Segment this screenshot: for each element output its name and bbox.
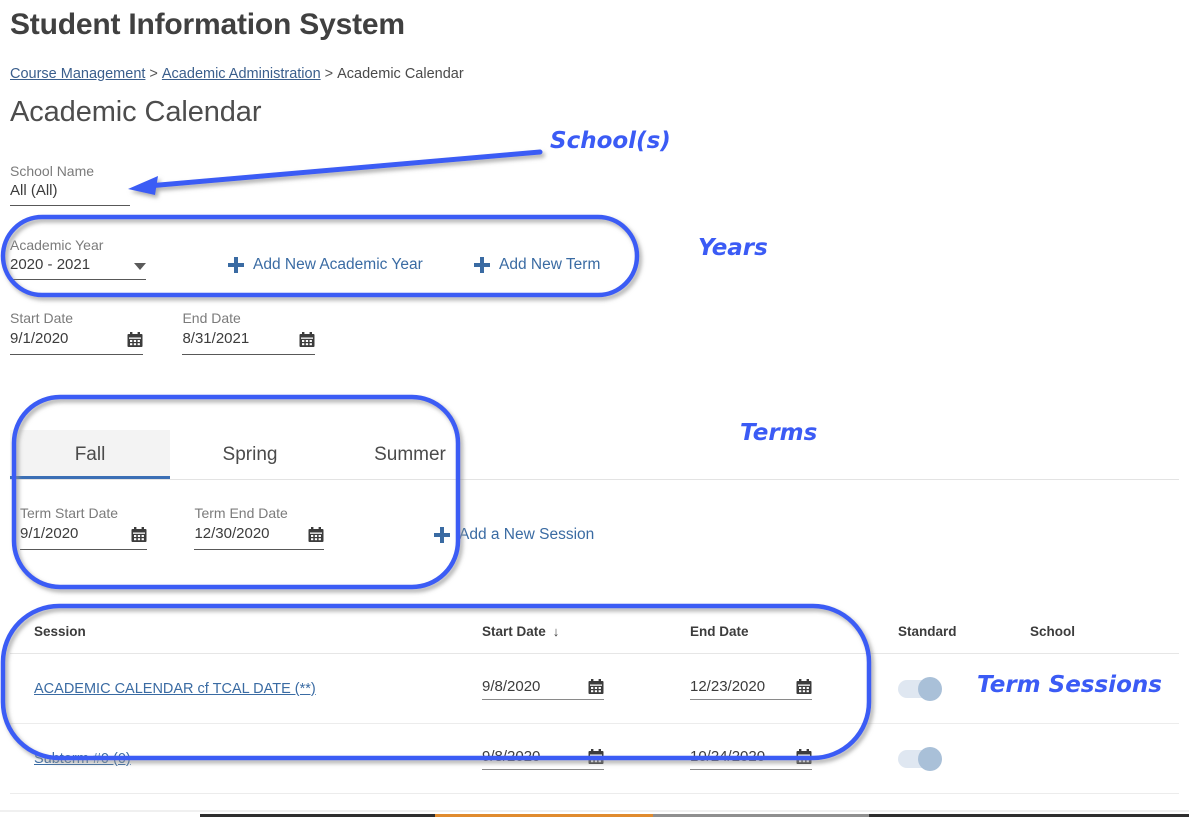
term-tabs: Fall Spring Summer [10,430,1179,480]
tab-spring[interactable]: Spring [170,430,330,479]
plus-icon [228,257,244,273]
chevron-down-icon[interactable] [134,263,146,270]
breadcrumb-separator: > [149,66,158,82]
session-start-date-cell: 9/8/2020 [482,723,690,794]
bottom-cutoff-strip [0,810,1189,817]
year-start-date-label: Start Date [10,310,74,326]
annotation-ellipse-terms [11,394,461,590]
annotation-label-schools: School(s) [550,128,671,154]
session-name-cell: Subterm #0 (0) [10,723,482,794]
session-link[interactable]: Subterm #0 (0) [34,751,131,767]
breadcrumb-item-academic-administration[interactable]: Academic Administration [162,66,321,82]
column-header-session[interactable]: Session [10,612,482,654]
session-end-date-value: 10/24/2020 [690,747,766,765]
academic-year-value[interactable]: 2020 - 2021 [10,254,146,276]
session-end-date-field[interactable]: 10/24/2020 [690,748,812,770]
session-end-date-cell: 12/23/2020 [690,653,898,724]
year-end-date-label: End Date [182,310,241,326]
sort-descending-icon[interactable]: ↓ [553,624,560,639]
column-header-standard[interactable]: Standard [898,612,1030,654]
sessions-table-container: Session Start Date ↓ End Date Standard Sc… [10,612,1179,794]
add-new-session-button[interactable]: Add a New Session [434,526,594,544]
calendar-icon[interactable] [588,749,604,765]
session-start-date-value: 9/8/2020 [482,747,541,765]
session-end-date-field[interactable]: 12/23/2020 [690,678,812,700]
annotation-label-years: Years [698,235,768,261]
academic-year-date-range: Start Date 9/1/2020 End Date 8/31/2021 [10,310,316,355]
calendar-icon[interactable] [131,527,147,543]
calendar-icon[interactable] [299,332,315,348]
term-start-date-label: Term Start Date [20,505,119,521]
session-start-date-field[interactable]: 9/8/2020 [482,748,604,770]
toggle-knob [918,676,942,701]
academic-year-label: Academic Year [10,237,104,253]
session-start-date-field[interactable]: 9/8/2020 [482,678,604,700]
standard-toggle[interactable] [898,746,942,771]
year-end-date-field[interactable]: End Date 8/31/2021 [182,310,316,355]
term-start-date-field[interactable]: Term Start Date 9/1/2020 [20,505,147,550]
table-row: Subterm #0 (0) 9/8/2020 10/24/2020 [10,723,1179,794]
tab-fall[interactable]: Fall [10,430,170,479]
school-name-field[interactable]: School Name All (All) [10,163,130,206]
toggle-knob [918,746,942,771]
plus-icon [434,527,450,543]
calendar-icon[interactable] [308,527,324,543]
school-name-label: School Name [10,163,95,179]
breadcrumb-separator: > [324,66,334,82]
calendar-icon[interactable] [127,332,143,348]
sessions-table: Session Start Date ↓ End Date Standard Sc… [10,612,1179,794]
add-new-academic-year-label: Add New Academic Year [253,256,423,273]
calendar-icon[interactable] [796,749,812,765]
session-end-date-value: 12/23/2020 [690,677,766,695]
session-end-date-cell: 10/24/2020 [690,723,898,794]
tab-summer[interactable]: Summer [330,430,490,479]
page-header-title: Student Information System [10,8,405,41]
column-header-start-date-label: Start Date [482,624,546,639]
term-end-date-field[interactable]: Term End Date 12/30/2020 [194,505,325,550]
annotation-label-terms: Terms [740,420,818,446]
strip-divider [0,810,1189,812]
academic-year-select[interactable]: Academic Year 2020 - 2021 [10,237,146,280]
table-header-row: Session Start Date ↓ End Date Standard Sc… [10,612,1179,654]
column-header-school[interactable]: School [1030,612,1179,654]
session-start-date-value: 9/8/2020 [482,677,541,695]
plus-icon [474,257,490,273]
session-start-date-cell: 9/8/2020 [482,653,690,724]
calendar-icon[interactable] [588,679,604,695]
standard-toggle[interactable] [898,676,942,701]
calendar-icon[interactable] [796,679,812,695]
add-new-term-label: Add New Term [499,256,601,273]
term-end-date-label: Term End Date [194,505,288,521]
session-link[interactable]: ACADEMIC CALENDAR cf TCAL DATE (**) [34,681,316,697]
add-new-academic-year-button[interactable]: Add New Academic Year [228,256,423,274]
column-header-start-date[interactable]: Start Date ↓ [482,612,690,654]
session-name-cell: ACADEMIC CALENDAR cf TCAL DATE (**) [10,653,482,724]
add-new-session-label: Add a New Session [459,526,595,543]
term-start-date-value[interactable]: 9/1/2020 [20,523,78,545]
annotation-arrow-schools [128,149,543,195]
year-end-date-value[interactable]: 8/31/2021 [182,328,249,350]
term-tabs-container: Fall Spring Summer [10,430,1179,480]
term-end-date-value[interactable]: 12/30/2020 [194,523,269,545]
session-standard-cell [898,723,1030,794]
breadcrumb: Course Management > Academic Administratio… [10,66,464,82]
add-new-term-button[interactable]: Add New Term [474,256,600,274]
annotation-label-term-sessions: Term Sessions [977,672,1162,698]
column-header-end-date[interactable]: End Date [690,612,898,654]
session-school-cell [1030,723,1179,794]
school-name-value[interactable]: All (All) [10,180,130,206]
year-start-date-field[interactable]: Start Date 9/1/2020 [10,310,143,355]
breadcrumb-item-course-management[interactable]: Course Management [10,66,145,82]
breadcrumb-item-academic-calendar: Academic Calendar [337,66,464,82]
page-title: Academic Calendar [10,96,262,128]
year-start-date-value[interactable]: 9/1/2020 [10,328,68,350]
term-date-range: Term Start Date 9/1/2020 Term End Date 1… [20,505,325,550]
